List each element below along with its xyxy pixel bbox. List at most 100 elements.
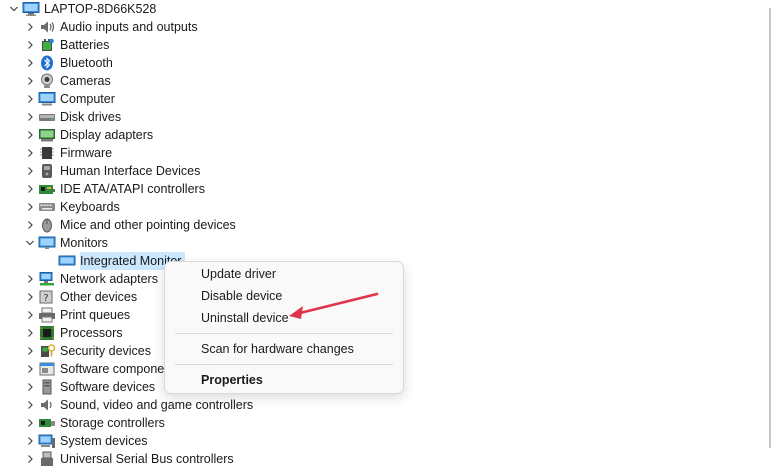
category-disk-drives[interactable]: Disk drives bbox=[22, 108, 121, 126]
category-audio-inputs-and-outputs[interactable]: Audio inputs and outputs bbox=[22, 18, 198, 36]
chevron-right-icon[interactable] bbox=[22, 378, 38, 396]
category-sound-video-and-game-controllers[interactable]: Sound, video and game controllers bbox=[22, 396, 253, 414]
category-label: Network adapters bbox=[60, 272, 158, 286]
monitor-icon bbox=[38, 235, 56, 251]
chevron-right-icon[interactable] bbox=[22, 108, 38, 126]
security-device-icon bbox=[38, 343, 56, 359]
chevron-right-icon[interactable] bbox=[22, 288, 38, 306]
tree-root[interactable]: LAPTOP-8D66K528 bbox=[6, 0, 156, 18]
category-label: Display adapters bbox=[60, 128, 154, 142]
category-label: Keyboards bbox=[60, 200, 120, 214]
category-processors[interactable]: Processors bbox=[22, 324, 123, 342]
firmware-icon bbox=[38, 145, 56, 161]
menu-item-properties[interactable]: Properties bbox=[165, 369, 403, 391]
category-software-components[interactable]: Software components bbox=[22, 360, 181, 378]
category-ide-ata-atapi-controllers[interactable]: IDE ATA/ATAPI controllers bbox=[22, 180, 205, 198]
battery-icon bbox=[38, 37, 56, 53]
chevron-down-icon[interactable] bbox=[6, 0, 22, 18]
category-label: Audio inputs and outputs bbox=[60, 20, 198, 34]
chevron-right-icon[interactable] bbox=[22, 270, 38, 288]
usb-controller-icon bbox=[38, 451, 56, 467]
category-display-adapters[interactable]: Display adapters bbox=[22, 126, 153, 144]
storage-controller-icon bbox=[38, 415, 56, 431]
network-adapter-icon bbox=[38, 271, 56, 287]
display-adapter-icon bbox=[38, 127, 56, 143]
category-human-interface-devices[interactable]: Human Interface Devices bbox=[22, 162, 200, 180]
category-software-devices[interactable]: Software devices bbox=[22, 378, 155, 396]
category-label: Cameras bbox=[60, 74, 111, 88]
category-print-queues[interactable]: Print queues bbox=[22, 306, 130, 324]
other-devices-icon: ? bbox=[38, 289, 56, 305]
computer-icon bbox=[38, 91, 56, 107]
category-label: Other devices bbox=[60, 290, 138, 304]
category-universal-serial-bus-controllers[interactable]: Universal Serial Bus controllers bbox=[22, 450, 234, 468]
chevron-right-icon[interactable] bbox=[22, 144, 38, 162]
menu-item-disable-device[interactable]: Disable device bbox=[165, 285, 403, 307]
chevron-right-icon[interactable] bbox=[22, 126, 38, 144]
menu-item-scan-for-hardware-changes[interactable]: Scan for hardware changes bbox=[165, 338, 403, 360]
mouse-icon bbox=[38, 217, 56, 233]
chevron-right-icon[interactable] bbox=[22, 54, 38, 72]
chevron-right-icon[interactable] bbox=[22, 36, 38, 54]
chevron-right-icon[interactable] bbox=[22, 414, 38, 432]
scrollbar-thumb[interactable] bbox=[769, 8, 771, 448]
category-label: Software devices bbox=[60, 380, 156, 394]
chevron-right-icon[interactable] bbox=[22, 90, 38, 108]
category-other-devices[interactable]: ? Other devices bbox=[22, 288, 137, 306]
chevron-right-icon[interactable] bbox=[22, 432, 38, 450]
speaker-icon bbox=[38, 19, 56, 35]
category-label: Sound, video and game controllers bbox=[60, 398, 254, 412]
category-label: Universal Serial Bus controllers bbox=[60, 452, 234, 466]
chevron-right-icon[interactable] bbox=[22, 324, 38, 342]
chevron-right-icon[interactable] bbox=[22, 450, 38, 468]
category-batteries[interactable]: Batteries bbox=[22, 36, 109, 54]
category-label: Storage controllers bbox=[60, 416, 165, 430]
chevron-right-icon[interactable] bbox=[22, 396, 38, 414]
chevron-right-icon[interactable] bbox=[22, 18, 38, 36]
category-security-devices[interactable]: Security devices bbox=[22, 342, 151, 360]
software-device-icon bbox=[38, 379, 56, 395]
chevron-right-icon[interactable] bbox=[22, 360, 38, 378]
category-keyboards[interactable]: Keyboards bbox=[22, 198, 120, 216]
category-label: Disk drives bbox=[60, 110, 122, 124]
chevron-right-icon[interactable] bbox=[22, 198, 38, 216]
category-label: Processors bbox=[60, 326, 123, 340]
vertical-scrollbar[interactable] bbox=[762, 0, 775, 461]
category-firmware[interactable]: Firmware bbox=[22, 144, 112, 162]
tree-root-label: LAPTOP-8D66K528 bbox=[44, 2, 157, 16]
category-storage-controllers[interactable]: Storage controllers bbox=[22, 414, 165, 432]
category-computer[interactable]: Computer bbox=[22, 90, 115, 108]
chevron-down-icon[interactable] bbox=[22, 234, 38, 252]
chevron-right-icon[interactable] bbox=[22, 306, 38, 324]
chevron-right-icon[interactable] bbox=[22, 342, 38, 360]
category-mice-and-other-pointing-devices[interactable]: Mice and other pointing devices bbox=[22, 216, 236, 234]
category-bluetooth[interactable]: Bluetooth bbox=[22, 54, 113, 72]
chevron-right-icon[interactable] bbox=[22, 72, 38, 90]
computer-icon bbox=[22, 1, 40, 17]
chevron-right-icon[interactable] bbox=[22, 216, 38, 234]
hid-icon bbox=[38, 163, 56, 179]
category-cameras[interactable]: Cameras bbox=[22, 72, 111, 90]
category-network-adapters[interactable]: Network adapters bbox=[22, 270, 158, 288]
category-label: Firmware bbox=[60, 146, 113, 160]
category-label: Bluetooth bbox=[60, 56, 113, 70]
chevron-right-icon[interactable] bbox=[22, 162, 38, 180]
category-label: Print queues bbox=[60, 308, 131, 322]
category-label: System devices bbox=[60, 434, 148, 448]
camera-icon bbox=[38, 73, 56, 89]
menu-item-update-driver[interactable]: Update driver bbox=[165, 263, 403, 285]
category-label: Mice and other pointing devices bbox=[60, 218, 236, 232]
sound-controller-icon bbox=[38, 397, 56, 413]
category-label: Computer bbox=[60, 92, 115, 106]
category-monitors[interactable]: Monitors bbox=[22, 234, 108, 252]
bluetooth-icon bbox=[38, 55, 56, 71]
context-menu: Update driver Disable device Uninstall d… bbox=[164, 261, 404, 394]
category-label: Security devices bbox=[60, 344, 152, 358]
category-label: Monitors bbox=[60, 236, 108, 250]
menu-item-uninstall-device[interactable]: Uninstall device bbox=[165, 307, 403, 329]
category-system-devices[interactable]: System devices bbox=[22, 432, 148, 450]
category-label: Batteries bbox=[60, 38, 110, 52]
chevron-right-icon[interactable] bbox=[22, 180, 38, 198]
disk-drive-icon bbox=[38, 109, 56, 125]
printer-icon bbox=[38, 307, 56, 323]
